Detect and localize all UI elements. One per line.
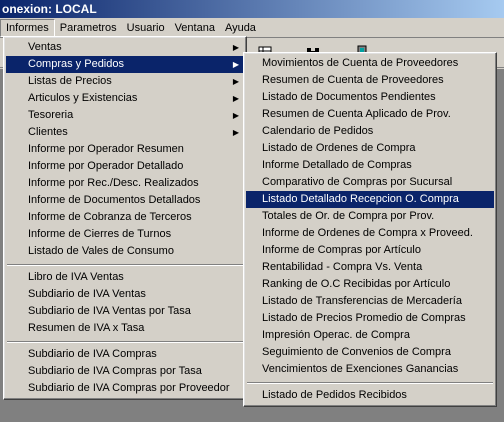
menu-item-ranking-oc[interactable]: Ranking de O.C Recibidas por Artículo [246, 276, 494, 293]
menu-item-seguimiento-convenios[interactable]: Seguimiento de Convenios de Compra [246, 344, 494, 361]
menu-item-cierres-turnos[interactable]: Informe de Cierres de Turnos [6, 226, 244, 243]
submenu-arrow-icon: ▶ [232, 128, 239, 137]
menu-item-compras-por-articulo[interactable]: Informe de Compras por Artículo [246, 242, 494, 259]
menu-item-rentabilidad[interactable]: Rentabilidad - Compra Vs. Venta [246, 259, 494, 276]
menu-item-ordenes-compra-proveed[interactable]: Informe de Ordenes de Compra x Proveed. [246, 225, 494, 242]
menu-item-articulos-y-existencias[interactable]: Articulos y Existencias ▶ [6, 90, 244, 107]
compras-pedidos-submenu: Movimientos de Cuenta de Proveedores Res… [243, 52, 497, 407]
menu-informes[interactable]: Informes [0, 18, 55, 37]
menu-item-resumen-cuenta-proveedores[interactable]: Resumen de Cuenta de Proveedores [246, 72, 494, 89]
menu-item-resumen-iva-tasa[interactable]: Resumen de IVA x Tasa [6, 320, 244, 337]
menu-separator [6, 260, 244, 269]
menu-item-ordenes-compra[interactable]: Listado de Ordenes de Compra [246, 140, 494, 157]
menu-item-resumen-cuenta-aplicado[interactable]: Resumen de Cuenta Aplicado de Prov. [246, 106, 494, 123]
menu-item-pedidos-recibidos[interactable]: Listado de Pedidos Recibidos [246, 387, 494, 404]
menu-item-subdiario-iva-compras[interactable]: Subdiario de IVA Compras [6, 346, 244, 363]
menu-ayuda[interactable]: Ayuda [220, 19, 261, 37]
menu-separator [246, 378, 494, 387]
menu-item-transferencias-mercaderia[interactable]: Listado de Transferencias de Mercadería [246, 293, 494, 310]
menu-usuario[interactable]: Usuario [122, 19, 170, 37]
menu-parametros[interactable]: Parametros [55, 19, 122, 37]
menu-item-cobranza-terceros[interactable]: Informe de Cobranza de Terceros [6, 209, 244, 226]
menu-item-precios-promedio[interactable]: Listado de Precios Promedio de Compras [246, 310, 494, 327]
menu-item-operador-detallado[interactable]: Informe por Operador Detallado [6, 158, 244, 175]
menu-item-operador-resumen[interactable]: Informe por Operador Resumen [6, 141, 244, 158]
menu-item-subdiario-iva-compras-tasa[interactable]: Subdiario de IVA Compras por Tasa [6, 363, 244, 380]
menu-item-detallado-recepcion-oc[interactable]: Listado Detallado Recepcion O. Compra [246, 191, 494, 208]
menu-item-listas-de-precios[interactable]: Listas de Precios ▶ [6, 73, 244, 90]
menu-item-documentos-pendientes[interactable]: Listado de Documentos Pendientes [246, 89, 494, 106]
menu-item-documentos-detallados[interactable]: Informe de Documentos Detallados [6, 192, 244, 209]
menu-item-vales-consumo[interactable]: Listado de Vales de Consumo [6, 243, 244, 260]
menu-item-vencimientos-exenciones[interactable]: Vencimientos de Exenciones Ganancias [246, 361, 494, 378]
menu-separator [6, 337, 244, 346]
menu-item-informe-detallado-compras[interactable]: Informe Detallado de Compras [246, 157, 494, 174]
menu-item-subdiario-iva-ventas-tasa[interactable]: Subdiario de IVA Ventas por Tasa [6, 303, 244, 320]
menu-item-subdiario-iva-ventas[interactable]: Subdiario de IVA Ventas [6, 286, 244, 303]
window-title: onexion: LOCAL [0, 0, 504, 18]
submenu-arrow-icon: ▶ [232, 43, 239, 52]
informes-dropdown: Ventas ▶ Compras y Pedidos ▶ Listas de Pre… [3, 36, 247, 400]
menu-ventana[interactable]: Ventana [170, 19, 220, 37]
menu-item-libro-iva-ventas[interactable]: Libro de IVA Ventas [6, 269, 244, 286]
submenu-arrow-icon: ▶ [232, 111, 239, 120]
submenu-arrow-icon: ▶ [232, 94, 239, 103]
menu-item-calendario-pedidos[interactable]: Calendario de Pedidos [246, 123, 494, 140]
menu-item-compras-y-pedidos[interactable]: Compras y Pedidos ▶ [6, 56, 244, 73]
menu-item-ventas[interactable]: Ventas ▶ [6, 39, 244, 56]
submenu-arrow-icon: ▶ [232, 60, 239, 69]
menu-item-totales-oc-prov[interactable]: Totales de Or. de Compra por Prov. [246, 208, 494, 225]
submenu-arrow-icon: ▶ [232, 77, 239, 86]
menu-item-impresion-operac[interactable]: Impresión Operac. de Compra [246, 327, 494, 344]
menu-item-comparativo-compras-sucursal[interactable]: Comparativo de Compras por Sucursal [246, 174, 494, 191]
menu-item-clientes[interactable]: Clientes ▶ [6, 124, 244, 141]
menu-bar: Informes Parametros Usuario Ventana Ayud… [0, 18, 504, 38]
menu-item-movimientos-cuenta-proveedores[interactable]: Movimientos de Cuenta de Proveedores [246, 55, 494, 72]
menu-item-tesoreria[interactable]: Tesoreria ▶ [6, 107, 244, 124]
menu-item-rec-desc-realizados[interactable]: Informe por Rec./Desc. Realizados [6, 175, 244, 192]
menu-item-subdiario-iva-compras-proveedor[interactable]: Subdiario de IVA Compras por Proveedor [6, 380, 244, 397]
